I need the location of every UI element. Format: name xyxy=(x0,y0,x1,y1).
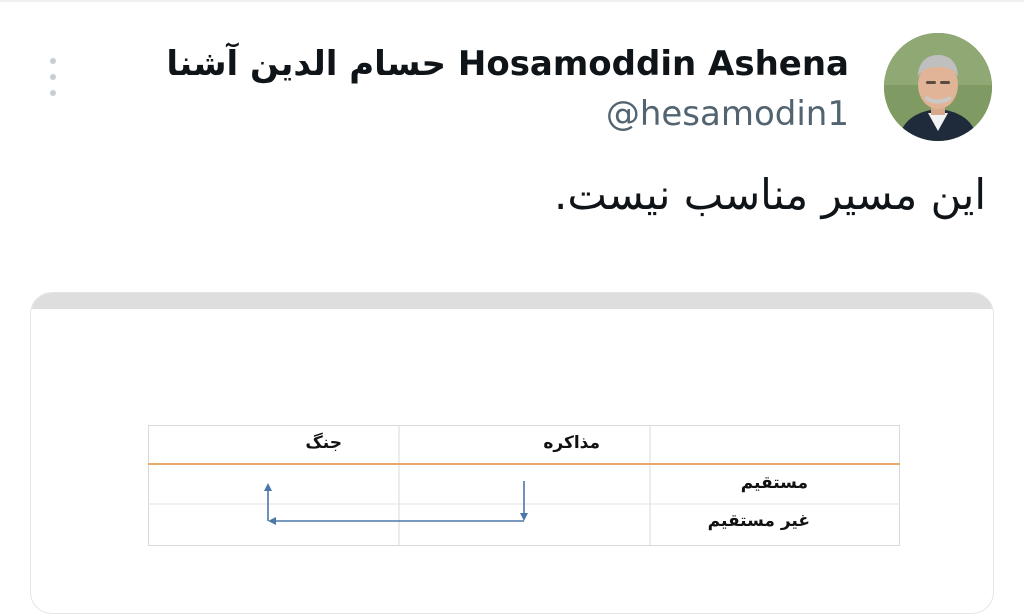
media-table: مذاکره جنگ مستقیم غیر مستقیم xyxy=(148,425,900,546)
tweet-text: این مسیر مناسب نیست. xyxy=(553,170,986,219)
avatar-image xyxy=(884,33,992,141)
more-options-icon[interactable] xyxy=(44,58,62,96)
media-top-band xyxy=(31,293,993,309)
header-war: جنگ xyxy=(305,433,342,453)
header-negotiation: مذاکره xyxy=(543,433,600,453)
user-handle[interactable]: @hesamodin1 xyxy=(606,94,849,134)
flow-arrow-icon xyxy=(264,481,528,525)
display-name[interactable]: حسام الدین آشنا Hosamoddin Ashena xyxy=(166,44,849,84)
top-divider xyxy=(0,0,1024,2)
profile-avatar[interactable] xyxy=(884,33,992,141)
row-label-direct: مستقیم xyxy=(740,473,808,493)
row-label-indirect: غیر مستقیم xyxy=(707,511,810,531)
tweet-media-card[interactable]: مذاکره جنگ مستقیم غیر مستقیم xyxy=(30,292,994,614)
